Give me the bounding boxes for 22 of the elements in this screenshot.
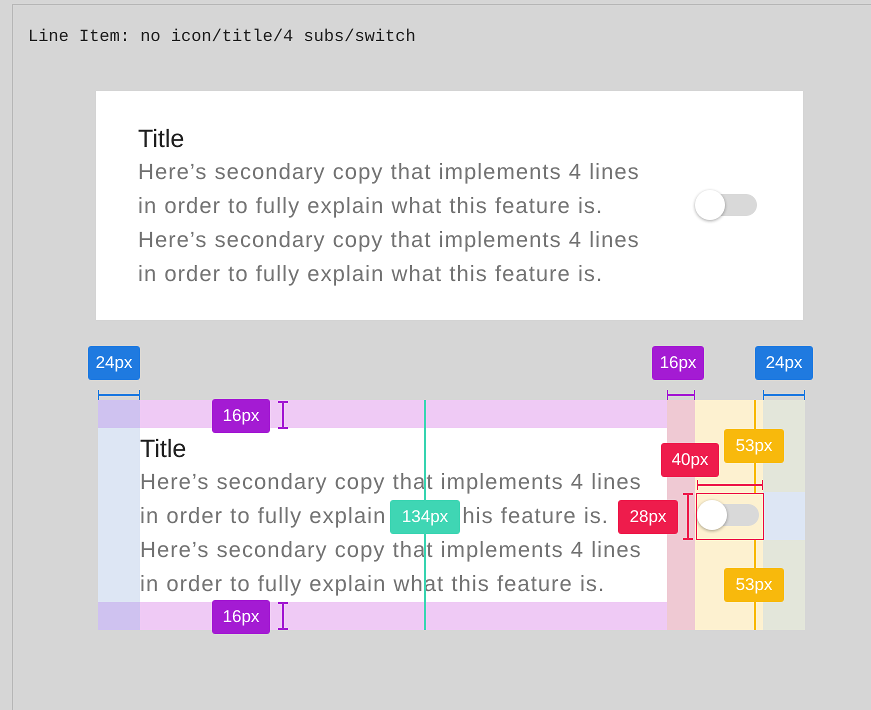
toggle-switch[interactable] [697,500,761,530]
item-title: Title [138,124,186,155]
measurement-badge: 16px [652,346,704,380]
measurement-badge: 16px [212,600,270,634]
measurement-badge: 53px [724,568,784,602]
secondary-text: in order to fully explain what this feature is. [138,192,604,220]
spec-heading: Line Item: no icon/title/4 subs/switch [28,28,416,47]
secondary-text: Here’s secondary copy that implements 4 lines [138,226,641,254]
secondary-text: in order to fully explain [140,502,386,530]
measurement-badge: 24px [755,346,813,380]
measurement-badge: 28px [618,500,678,534]
secondary-text: Here’s secondary copy that implements 4 lines [138,158,641,186]
switch-bounds-outline [696,492,764,540]
measurement-badge: 53px [724,428,784,462]
measurement-badge: 16px [212,398,270,432]
secondary-text: in order to fully explain what this feature is. [138,260,604,288]
measurement-badge: 134px [390,500,460,534]
toggle-switch[interactable] [695,190,759,220]
measurement-badge: 24px [88,346,140,380]
item-title: Title [140,434,188,464]
secondary-text: his feature is. [462,502,609,530]
measurement-badge: 40px [661,442,719,476]
